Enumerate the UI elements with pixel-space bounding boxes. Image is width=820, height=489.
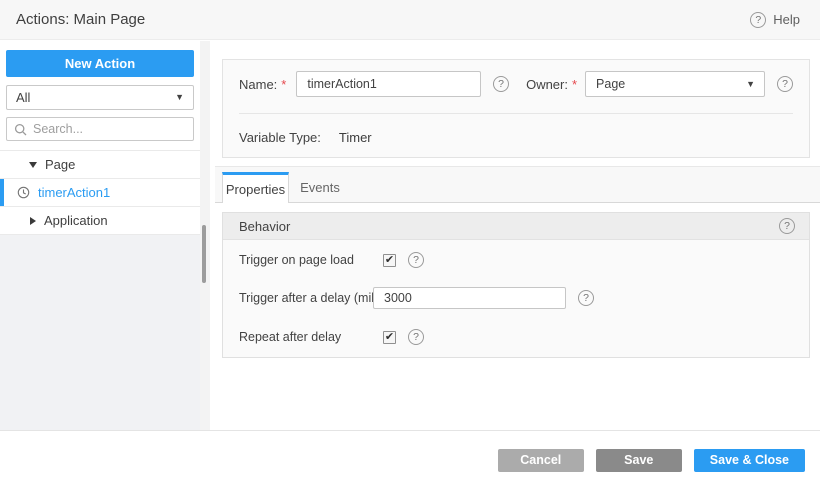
chevron-down-icon: ▼ xyxy=(746,78,755,89)
tabstrip: Properties Events xyxy=(215,166,820,203)
name-label: Name: xyxy=(239,76,278,92)
filter-select[interactable]: All ▼ xyxy=(6,85,194,110)
name-help-icon[interactable]: ? xyxy=(493,76,510,92)
owner-value: Page xyxy=(596,77,626,91)
repeat-after-delay-checkbox[interactable]: ✔ xyxy=(383,330,396,344)
behavior-help-icon[interactable]: ? xyxy=(779,218,795,234)
save-button[interactable]: Save xyxy=(595,448,682,472)
trigger-delay-help-icon[interactable]: ? xyxy=(578,290,594,306)
behavior-section: Behavior ? Trigger on page load ✔ ? Trig… xyxy=(222,212,810,358)
panel-divider xyxy=(239,113,793,114)
action-tree: Page timerAction1 Application xyxy=(0,150,200,235)
tab-events[interactable]: Events xyxy=(289,172,351,202)
footer: Cancel Save Save & Close xyxy=(0,430,820,489)
sidebar-filler xyxy=(0,235,200,430)
owner-label: Owner: xyxy=(526,76,568,92)
tree-node-application[interactable]: Application xyxy=(0,207,200,235)
cancel-button[interactable]: Cancel xyxy=(497,448,584,472)
name-input[interactable] xyxy=(296,71,482,97)
name-owner-row: Name: * ? Owner: * Page ▼ ? xyxy=(239,71,793,97)
owner-help-icon[interactable]: ? xyxy=(777,76,793,92)
page-title: Actions: Main Page xyxy=(16,11,146,28)
sidebar: New Action All ▼ Page timerAction1 xyxy=(0,41,200,430)
variable-type-value: Timer xyxy=(338,129,372,145)
tree-node-label: timerAction1 xyxy=(38,185,111,200)
caret-down-icon xyxy=(29,161,37,168)
save-and-close-button[interactable]: Save & Close xyxy=(693,448,805,472)
tree-node-page[interactable]: Page xyxy=(0,151,200,179)
trigger-delay-input[interactable] xyxy=(373,287,566,309)
dialog-header: Actions: Main Page ? Help xyxy=(0,0,820,40)
required-asterisk: * xyxy=(571,76,578,92)
variable-type-label: Variable Type: xyxy=(239,129,321,145)
repeat-after-delay-label: Repeat after delay xyxy=(239,330,342,344)
trigger-on-page-load-help-icon[interactable]: ? xyxy=(408,252,424,268)
owner-select[interactable]: Page ▼ xyxy=(585,71,765,97)
repeat-after-delay-help-icon[interactable]: ? xyxy=(408,329,424,345)
variable-type-row: Variable Type: Timer xyxy=(239,122,372,152)
name-owner-panel: Name: * ? Owner: * Page ▼ ? Variable Typ… xyxy=(222,59,810,158)
search-icon xyxy=(14,123,27,135)
tab-properties[interactable]: Properties xyxy=(222,172,289,203)
trigger-delay-label: Trigger after a delay (millisec... xyxy=(239,291,373,305)
scrollbar-thumb[interactable] xyxy=(202,225,206,283)
behavior-title: Behavior xyxy=(239,218,291,234)
behavior-header: Behavior ? xyxy=(223,213,809,240)
tree-node-timeraction1[interactable]: timerAction1 xyxy=(0,179,200,207)
actions-dialog: Actions: Main Page ? Help New Action All… xyxy=(0,0,820,489)
chevron-down-icon: ▼ xyxy=(175,92,184,102)
clock-icon xyxy=(17,186,30,199)
required-asterisk: * xyxy=(281,76,287,92)
search-input[interactable] xyxy=(33,122,186,136)
caret-right-icon xyxy=(30,216,36,225)
search-box xyxy=(6,117,194,141)
help-label: Help xyxy=(773,12,800,27)
help-button[interactable]: ? Help xyxy=(750,11,800,28)
repeat-after-delay-row: Repeat after delay ✔ ? xyxy=(239,329,795,345)
tree-node-label: Page xyxy=(45,157,76,172)
new-action-button[interactable]: New Action xyxy=(6,50,194,77)
trigger-on-page-load-checkbox[interactable]: ✔ xyxy=(383,253,396,267)
scrollbar-track[interactable] xyxy=(200,41,210,430)
help-icon: ? xyxy=(750,11,767,28)
filter-value: All xyxy=(16,90,31,105)
trigger-delay-row: Trigger after a delay (millisec... ? xyxy=(239,287,795,309)
tree-node-label: Application xyxy=(44,213,108,228)
trigger-on-page-load-row: Trigger on page load ✔ ? xyxy=(239,252,795,268)
trigger-on-page-load-label: Trigger on page load xyxy=(239,253,354,267)
